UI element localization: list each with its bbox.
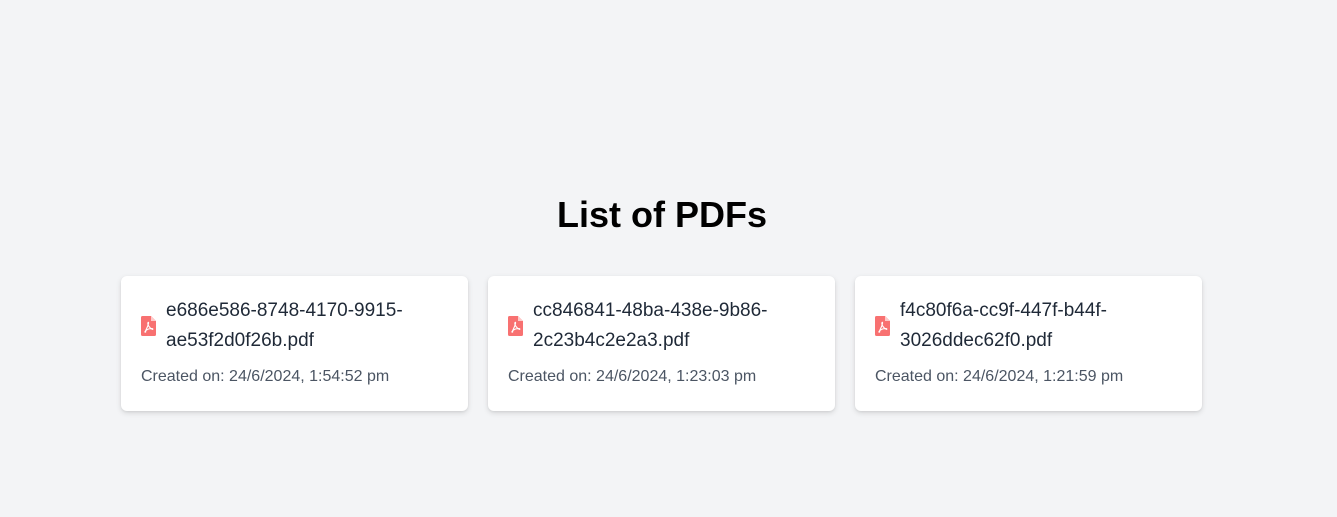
file-pdf-icon [508, 316, 523, 336]
pdf-card-header: e686e586-8748-4170-9915-ae53f2d0f26b.pdf [141, 296, 448, 356]
pdf-card-header: cc846841-48ba-438e-9b86-2c23b4c2e2a3.pdf [508, 296, 815, 356]
pdf-card-header: f4c80f6a-cc9f-447f-b44f-3026ddec62f0.pdf [875, 296, 1182, 356]
pdf-card[interactable]: e686e586-8748-4170-9915-ae53f2d0f26b.pdf… [121, 276, 468, 411]
pdf-file-name[interactable]: e686e586-8748-4170-9915-ae53f2d0f26b.pdf [166, 296, 426, 356]
pdf-created-date: Created on: 24/6/2024, 1:23:03 pm [508, 368, 757, 385]
pdf-list: e686e586-8748-4170-9915-ae53f2d0f26b.pdf… [121, 276, 1202, 411]
pdf-file-name[interactable]: f4c80f6a-cc9f-447f-b44f-3026ddec62f0.pdf [900, 296, 1160, 356]
pdf-card[interactable]: f4c80f6a-cc9f-447f-b44f-3026ddec62f0.pdf… [855, 276, 1202, 411]
pdf-created-date: Created on: 24/6/2024, 1:54:52 pm [141, 368, 390, 385]
file-pdf-icon [141, 316, 156, 336]
page-title: List of PDFs [556, 194, 767, 235]
page: List of PDFs e686e586-8748-4170-9915-ae5… [0, 0, 1337, 517]
pdf-created-date: Created on: 24/6/2024, 1:21:59 pm [875, 368, 1124, 385]
pdf-file-name[interactable]: cc846841-48ba-438e-9b86-2c23b4c2e2a3.pdf [533, 296, 793, 356]
pdf-card[interactable]: cc846841-48ba-438e-9b86-2c23b4c2e2a3.pdf… [488, 276, 835, 411]
file-pdf-icon [875, 316, 890, 336]
